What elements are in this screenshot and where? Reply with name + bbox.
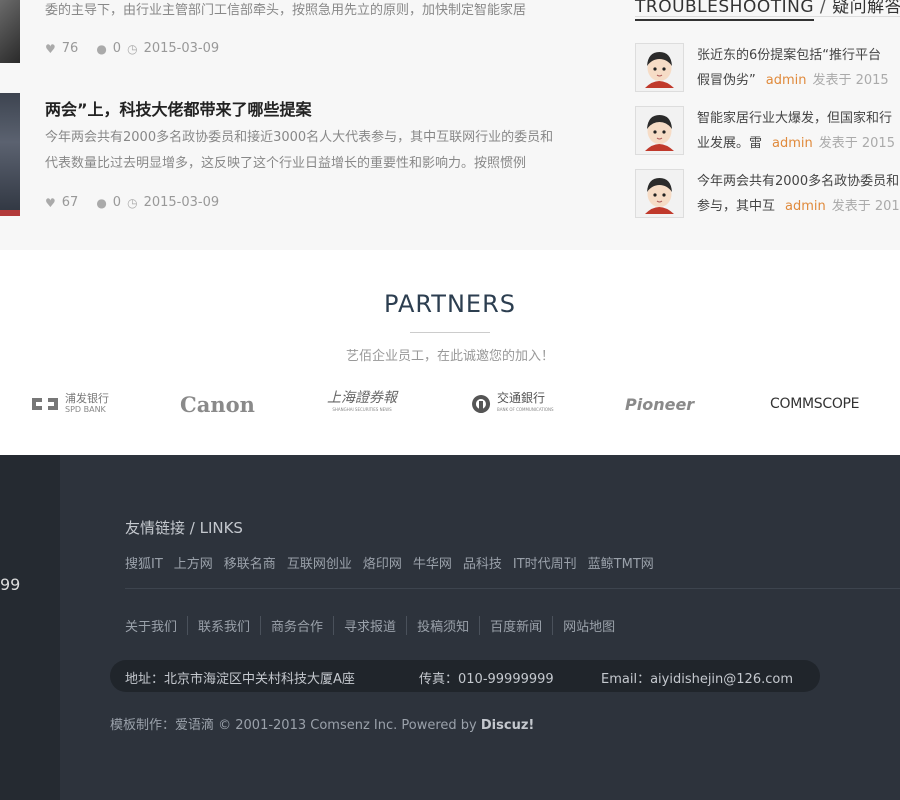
- sidebar-item-title[interactable]: 张近东的6份提案包括“推行平台: [697, 43, 900, 68]
- partner-logo-shzqb[interactable]: 上海證券報 SHANGHAI SECURITIES NEWS: [327, 390, 397, 416]
- footer-nav-baidu-news[interactable]: 百度新闻: [479, 616, 552, 635]
- post-excerpt: 委的主导下，由行业主管部门工信部牵头，按照急用先立的原则，加快制定智能家居: [45, 3, 527, 18]
- friend-link[interactable]: 品科技: [463, 553, 502, 572]
- contact-email[interactable]: Email：aiyidishejin@126.com: [601, 668, 793, 687]
- comment-icon[interactable]: ●: [96, 196, 106, 210]
- sidebar-item-title[interactable]: 今年两会共有2000多名政协委员和: [697, 169, 900, 194]
- clock-icon: ◷: [127, 195, 138, 210]
- author-link[interactable]: admin: [772, 136, 813, 151]
- post-thumbnail[interactable]: [0, 93, 20, 216]
- excerpt-line: 代表数量比过去明显增多，这反映了这个行业日益增长的重要性和影响力。按照惯例: [45, 156, 527, 171]
- post-title[interactable]: 两会”上，科技大佬都带来了哪些提案: [45, 96, 312, 120]
- logo-subtext: SHANGHAI SECURITIES NEWS: [332, 407, 392, 412]
- footer-left-panel: 99: [0, 455, 60, 800]
- friend-link[interactable]: 搜狐IT: [125, 553, 163, 572]
- footer-nav-sitemap[interactable]: 网站地图: [552, 616, 625, 635]
- post-date: 2015-03-09: [143, 41, 220, 56]
- partner-logo-canon[interactable]: Canon: [180, 392, 255, 417]
- logo-text: 交通銀行: [497, 391, 546, 405]
- sidebar-item[interactable]: 今年两会共有2000多名政协委员和 参与，其中互 admin 发表于 2015: [635, 169, 900, 219]
- author-link[interactable]: admin: [785, 199, 826, 214]
- sidebar-item[interactable]: 智能家居行业大爆发，但国家和行 业发展。雷 admin 发表于 2015: [635, 106, 900, 156]
- clock-icon: ◷: [127, 41, 138, 56]
- partner-logo-commscope[interactable]: COMMSCOPE: [770, 392, 860, 416]
- footer-nav-business[interactable]: 商务合作: [260, 616, 333, 635]
- sidebar-heading-cn: 疑问解答: [832, 0, 900, 17]
- partner-logo-pioneer[interactable]: Pioneer: [625, 392, 694, 416]
- footer-number: 99: [0, 575, 21, 594]
- avatar[interactable]: [635, 169, 684, 218]
- contact-address: 地址：北京市海淀区中关村科技大厦A座: [125, 672, 355, 687]
- partners-divider: [410, 332, 490, 333]
- posts-section: 委的主导下，由行业主管部门工信部牵头，按照急用先立的原则，加快制定智能家居 ♥ …: [0, 0, 900, 250]
- sidebar-heading-en: TROUBLESHOOTING: [635, 0, 815, 21]
- friend-links: 搜狐IT 上方网 移联名商 互联网创业 烙印网 牛华网 品科技 IT时代周刊 蓝…: [125, 553, 654, 572]
- contact-bar: 地址：北京市海淀区中关村科技大厦A座 传真：010-99999999 Email…: [110, 660, 820, 692]
- post-time: 发表于 2015: [812, 73, 889, 88]
- sidebar-heading: TROUBLESHOOTING / 疑问解答: [635, 0, 900, 21]
- comment-count: 0: [112, 41, 122, 56]
- avatar[interactable]: [635, 43, 684, 92]
- copyright-text: 模板制作：爱语滴 © 2001-2013 Comsenz Inc. Powere…: [110, 718, 481, 733]
- post-thumbnail[interactable]: [0, 0, 20, 63]
- post-time: 发表于 2015: [831, 199, 900, 214]
- heart-icon[interactable]: ♥: [45, 42, 56, 56]
- footer-divider: [125, 588, 900, 589]
- logo-subtext: SPD BANK: [65, 405, 106, 414]
- sidebar-item-title-cont[interactable]: 假冒伪劣”: [697, 73, 756, 88]
- sidebar-item-text: 张近东的6份提案包括“推行平台 假冒伪劣” admin 发表于 2015: [697, 43, 900, 93]
- footer: 99 友情链接 / LINKS 搜狐IT 上方网 移联名商 互联网创业 烙印网 …: [0, 455, 900, 800]
- friend-link[interactable]: 移联名商: [224, 553, 276, 572]
- post-meta: ♥ 76 ● 0 ◷ 2015-03-09: [45, 41, 219, 56]
- friend-link[interactable]: 蓝鲸TMT网: [588, 553, 654, 572]
- sidebar-item-title-cont[interactable]: 业发展。雷: [697, 136, 762, 151]
- sidebar-item[interactable]: 张近东的6份提案包括“推行平台 假冒伪劣” admin 发表于 2015: [635, 43, 900, 93]
- friend-link[interactable]: 上方网: [174, 553, 213, 572]
- partner-logo-spdb[interactable]: 浦发银行 SPD BANK: [30, 392, 109, 416]
- post-meta: ♥ 67 ● 0 ◷ 2015-03-09: [45, 195, 219, 210]
- friend-link[interactable]: 牛华网: [413, 553, 452, 572]
- comment-icon[interactable]: ●: [96, 42, 106, 56]
- footer-nav-contact[interactable]: 联系我们: [187, 616, 260, 635]
- logo-text: 上海證券報: [327, 390, 397, 406]
- partner-logo-bankcomm[interactable]: 交通銀行 BANK OF COMMUNICATIONS: [470, 392, 554, 416]
- sidebar-item-title-cont[interactable]: 参与，其中互: [697, 199, 775, 214]
- post-date: 2015-03-09: [143, 195, 220, 210]
- author-link[interactable]: admin: [766, 73, 807, 88]
- comment-count: 0: [112, 195, 122, 210]
- footer-nav-about[interactable]: 关于我们: [125, 616, 187, 635]
- sidebar-heading-sep: /: [814, 0, 833, 17]
- sidebar-item-text: 今年两会共有2000多名政协委员和 参与，其中互 admin 发表于 2015: [697, 169, 900, 219]
- sidebar-item-title[interactable]: 智能家居行业大爆发，但国家和行: [697, 106, 900, 131]
- footer-nav-coverage[interactable]: 寻求报道: [333, 616, 406, 635]
- friend-link[interactable]: IT时代周刊: [513, 553, 577, 572]
- footer-nav: 关于我们 联系我们 商务合作 寻求报道 投稿须知 百度新闻 网站地图: [125, 616, 625, 635]
- copyright: 模板制作：爱语滴 © 2001-2013 Comsenz Inc. Powere…: [110, 714, 534, 733]
- bankcomm-mark-icon: [472, 395, 491, 413]
- like-count: 67: [61, 195, 79, 210]
- friend-link[interactable]: 烙印网: [363, 553, 402, 572]
- avatar[interactable]: [635, 106, 684, 155]
- heart-icon[interactable]: ♥: [45, 196, 56, 210]
- partners-subtitle: 艺佰企业员工，在此诚邀您的加入！: [345, 349, 554, 364]
- post-excerpt: 今年两会共有2000多名政协委员和接近3000名人大代表参与，其中互联网行业的委…: [45, 125, 600, 177]
- like-count: 76: [61, 41, 79, 56]
- friend-link[interactable]: 互联网创业: [287, 553, 352, 572]
- sidebar-divider: [635, 16, 900, 17]
- sidebar-item-text: 智能家居行业大爆发，但国家和行 业发展。雷 admin 发表于 2015: [697, 106, 900, 156]
- contact-fax: 传真：010-99999999: [419, 672, 554, 687]
- partners-title: PARTNERS: [384, 290, 516, 318]
- post-time: 发表于 2015: [818, 136, 895, 151]
- spdb-mark-icon: [32, 398, 58, 410]
- logo-subtext: BANK OF COMMUNICATIONS: [497, 407, 554, 412]
- links-heading: 友情链接 / LINKS: [125, 519, 243, 537]
- discuz-link[interactable]: Discuz!: [481, 718, 534, 733]
- excerpt-line: 今年两会共有2000多名政协委员和接近3000名人大代表参与，其中互联网行业的委…: [45, 130, 554, 145]
- footer-nav-submission[interactable]: 投稿须知: [406, 616, 479, 635]
- logo-text: 浦发银行: [65, 392, 109, 405]
